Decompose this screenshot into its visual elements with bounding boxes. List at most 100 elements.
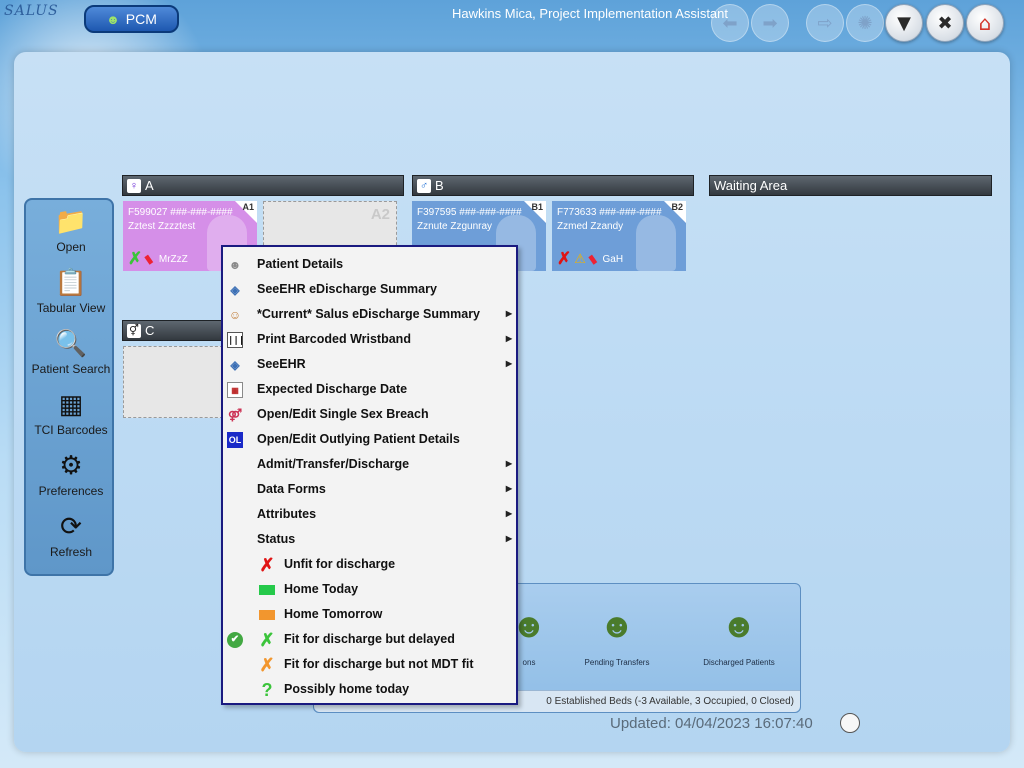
sidebar-item-tci-barcodes[interactable]: ▦ TCI Barcodes <box>26 387 116 445</box>
forward-button[interactable]: ➡ <box>751 4 789 42</box>
menu-item-label: Unfit for discharge <box>284 557 396 571</box>
context-menu: ☻ Patient Details ◈ SeeEHR eDischarge Su… <box>221 245 518 705</box>
submenu-arrow-icon: ▶ <box>505 334 512 343</box>
menu-item-label: Open/Edit Single Sex Breach <box>257 407 429 421</box>
menu-item-label: Home Tomorrow <box>284 607 383 621</box>
submenu-arrow-icon: ▶ <box>505 534 512 543</box>
ward-name: C <box>145 323 155 338</box>
menu-item-fit-not-mdt-fit[interactable]: ✗ Fit for discharge but not MDT fit <box>223 652 516 677</box>
gear-icon: ⚙ <box>59 450 83 480</box>
menu-item-seeehr[interactable]: ◈ SeeEHR ▶ <box>223 352 516 377</box>
qr-code-icon: ▦ <box>58 389 84 419</box>
menu-item-label: Patient Details <box>257 257 344 271</box>
status-row: ✗ ▮ MrZzZ <box>128 249 188 269</box>
menu-item-label: Admit/Transfer/Discharge <box>257 457 410 471</box>
menu-item-label: Attributes <box>257 507 317 521</box>
ward-header-waiting-area[interactable]: Waiting Area <box>709 175 992 196</box>
bed-card-b2[interactable]: B2 F773633 ###-###-#### Zzmed Zzandy ✗ ⚠… <box>552 201 686 271</box>
summary-discharged-patients[interactable]: ☻ Discharged Patients <box>689 598 789 667</box>
sidebar-item-tabular-view[interactable]: 📋 Tabular View <box>26 265 116 323</box>
bed-id: B2 <box>671 202 683 212</box>
menu-item-label: *Current* Salus eDischarge Summary <box>257 307 481 321</box>
home-button[interactable]: ⌂ <box>966 4 1004 42</box>
sidebar-item-label: Tabular View <box>36 301 106 315</box>
menu-item-label: Data Forms <box>257 482 326 496</box>
menu-item-seeehr-edischarge-summary[interactable]: ◈ SeeEHR eDischarge Summary <box>223 277 516 302</box>
calendar-icon: ▦ <box>227 382 243 398</box>
unfit-icon: ✗ <box>557 249 572 268</box>
ward-name: B <box>435 178 444 193</box>
patient-name: Zzmed Zzandy <box>557 221 624 232</box>
orange-x-icon: ✗ <box>259 655 275 675</box>
close-button[interactable]: ✖ <box>926 4 964 42</box>
sidebar-item-open[interactable]: 📁 Open <box>26 204 116 262</box>
ol-icon: OL <box>227 432 243 448</box>
menu-item-possibly-home-today[interactable]: ? Possibly home today <box>223 677 516 702</box>
check-icon: ✔ <box>227 632 243 648</box>
menu-item-fit-but-delayed[interactable]: ✔ ✗ Fit for discharge but delayed <box>223 627 516 652</box>
patient-ref: F599027 ###-###-#### <box>128 207 233 218</box>
warning-icon: ⚠ <box>574 251 586 266</box>
menu-item-single-sex-breach[interactable]: ⚤ Open/Edit Single Sex Breach <box>223 402 516 427</box>
menu-item-current-salus-edischarge[interactable]: ☺ *Current* Salus eDischarge Summary ▶ <box>223 302 516 327</box>
menu-item-home-tomorrow[interactable]: Home Tomorrow <box>223 602 516 627</box>
bed-id: B1 <box>531 202 543 212</box>
ward-name: A <box>145 178 154 193</box>
person-icon: ☻ <box>228 258 242 272</box>
consultant-code: GaH <box>602 253 624 265</box>
bed-card-c-empty[interactable] <box>123 346 223 418</box>
red-x-icon: ✗ <box>259 555 275 575</box>
menu-item-status[interactable]: Status ▶ <box>223 527 516 552</box>
network-button[interactable]: ✺ <box>846 4 884 42</box>
menu-item-data-forms[interactable]: Data Forms ▶ <box>223 477 516 502</box>
menu-item-home-today[interactable]: Home Today <box>223 577 516 602</box>
sidebar-item-label: Open <box>56 240 86 254</box>
summary-pending-transfers[interactable]: ☻ Pending Transfers <box>567 598 667 667</box>
sidebar-item-label: Patient Search <box>31 362 111 376</box>
submenu-arrow-icon: ▶ <box>505 484 512 493</box>
filter-button[interactable]: ▼ <box>885 4 923 42</box>
people-icon: ☻ <box>106 11 120 27</box>
ward-header-a[interactable]: ♀ A <box>122 175 404 196</box>
patient-silhouette <box>636 215 676 271</box>
summary-item-label: Pending Transfers <box>584 658 650 667</box>
menu-item-unfit-for-discharge[interactable]: ✗ Unfit for discharge <box>223 552 516 577</box>
user-title: Hawkins Mica, Project Implementation Ass… <box>452 6 728 21</box>
green-question-icon: ? <box>261 680 273 700</box>
back-button[interactable]: ⬅ <box>711 4 749 42</box>
breach-icon: ⚤ <box>227 408 243 422</box>
ward-header-b[interactable]: ♂ B <box>412 175 694 196</box>
search-icon: 🔍 <box>54 328 88 358</box>
pill-icon: ▮ <box>585 251 599 267</box>
sync-indicator[interactable] <box>840 713 860 733</box>
pcm-module-button[interactable]: ☻ PCM <box>84 5 179 33</box>
updated-timestamp: Updated: 04/04/2023 16:07:40 <box>610 715 813 732</box>
salus-logo: SALUS <box>4 3 59 19</box>
arrow-right-icon: ➡ <box>762 12 778 34</box>
menu-item-label: Possibly home today <box>284 682 410 696</box>
submenu-arrow-icon: ▶ <box>505 459 512 468</box>
menu-item-patient-details[interactable]: ☻ Patient Details <box>223 252 516 277</box>
clipboard-icon: 📋 <box>54 267 88 297</box>
sidebar-item-patient-search[interactable]: 🔍 Patient Search <box>26 326 116 384</box>
submenu-arrow-icon: ▶ <box>505 309 512 318</box>
side-nav: 📁 Open 📋 Tabular View 🔍 Patient Search ▦… <box>24 198 114 576</box>
sidebar-item-label: Preferences <box>38 484 104 498</box>
patient-name: Zztest Zzzztest <box>128 221 196 232</box>
bed-id: A2 <box>370 206 390 223</box>
menu-item-expected-discharge-date[interactable]: ▦ Expected Discharge Date <box>223 377 516 402</box>
sidebar-item-refresh[interactable]: ⟳ Refresh <box>26 509 116 567</box>
male-icon: ♂ <box>417 178 431 193</box>
mixed-gender-icon: ⚥ <box>127 323 141 338</box>
patient-ref: F773633 ###-###-#### <box>557 207 662 218</box>
exit-button[interactable]: ⇨ <box>806 4 844 42</box>
eye-icon: ◈ <box>230 358 240 372</box>
filter-icon: ▼ <box>897 12 911 34</box>
sidebar-item-preferences[interactable]: ⚙ Preferences <box>26 448 116 506</box>
menu-item-admit-transfer-discharge[interactable]: Admit/Transfer/Discharge ▶ <box>223 452 516 477</box>
barcode-icon: ||| <box>227 332 244 348</box>
menu-item-attributes[interactable]: Attributes ▶ <box>223 502 516 527</box>
menu-item-print-barcoded-wristband[interactable]: ||| Print Barcoded Wristband ▶ <box>223 327 516 352</box>
ward-header-c[interactable]: ⚥ C <box>122 320 222 341</box>
menu-item-outlying-patient-details[interactable]: OL Open/Edit Outlying Patient Details <box>223 427 516 452</box>
